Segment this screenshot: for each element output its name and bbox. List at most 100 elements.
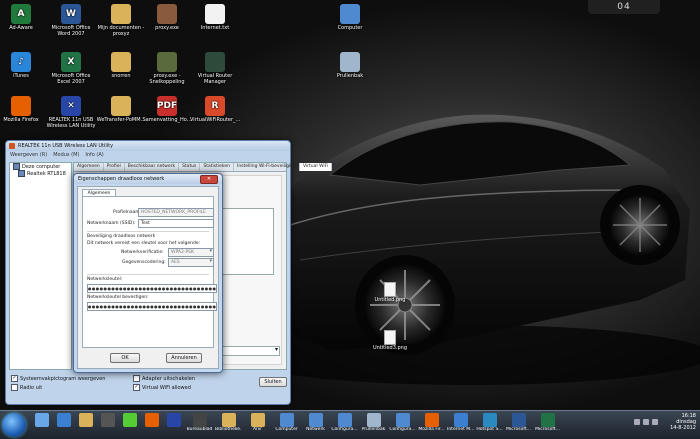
- window-title: REALTEK 11n USB Wireless LAN Utility: [18, 143, 114, 149]
- taskbar-item[interactable]: Configura...: [331, 412, 358, 438]
- desktop-icon-proxy-exe-snelkoppeling[interactable]: proxy.exe - Snelkoppeling: [142, 52, 192, 85]
- taskbar-item[interactable]: [120, 412, 140, 438]
- dialog-title: Eigenschappen draadloos netwerk: [78, 176, 165, 182]
- desktop-icon-label: Ad-Aware: [9, 25, 33, 31]
- desktop-icon-internet-txt[interactable]: Internet.txt: [190, 4, 240, 31]
- tree-item-this-computer[interactable]: Deze computer: [10, 163, 71, 170]
- auth-select[interactable]: WPA2-PSK: [168, 248, 214, 257]
- taskbar-item[interactable]: Bureaublad: [186, 412, 213, 438]
- desktop-icon-proxy-exe[interactable]: proxy.exe: [142, 4, 192, 31]
- window-titlebar[interactable]: REALTEK 11n USB Wireless LAN Utility: [6, 141, 290, 151]
- desktop-icon-computer[interactable]: Computer: [325, 4, 375, 31]
- taskbar-item[interactable]: Mozilla Fir...: [418, 412, 445, 438]
- separator: [87, 231, 209, 232]
- tree-item-adapter[interactable]: Realtek RTL818: [10, 170, 71, 177]
- tab-profile[interactable]: Profiel: [104, 163, 125, 171]
- taskbar-item[interactable]: [98, 412, 118, 438]
- taskbar-item[interactable]: Anir: [244, 412, 271, 438]
- desktop-icon-wetransfer-pomm[interactable]: WeTransfer-PoMM...: [96, 96, 146, 123]
- separator: [87, 274, 209, 275]
- app-icon: X: [61, 52, 81, 72]
- radio-off-checkbox[interactable]: Radio uit: [11, 384, 42, 391]
- taskbar-item-label: Prullenbak: [361, 427, 386, 432]
- taskbar-item[interactable]: Microsoft...: [534, 412, 561, 438]
- menu-mode[interactable]: Modus (M): [53, 152, 79, 160]
- desktop-icon-snorren[interactable]: snorren: [96, 52, 146, 79]
- taskbar-app-icon: [540, 413, 555, 427]
- desktop-file-untitled3[interactable]: Untitled3.png: [370, 330, 410, 351]
- desktop-icon-samenvatting-ho[interactable]: PDF Samenvatting_Ho...: [142, 96, 192, 123]
- taskbar-item[interactable]: [32, 412, 52, 438]
- flag-tray-icon[interactable]: [652, 419, 658, 425]
- taskbar-app-icon: [482, 413, 497, 427]
- virtual-wifi-checkbox[interactable]: ✓ Virtual WiFi allowed: [133, 384, 191, 391]
- taskbar-item[interactable]: Bibliotheke...: [215, 412, 242, 438]
- close-button[interactable]: Sluiten: [259, 377, 287, 387]
- taskbar-app-icon: [511, 413, 526, 427]
- desktop-icon-label: iTunes: [13, 73, 29, 79]
- taskbar-item[interactable]: Computer: [273, 412, 300, 438]
- desktop-icon-label: proxy.exe: [155, 25, 179, 31]
- desktop-file-untitled[interactable]: Untitled.png: [370, 282, 410, 303]
- checkbox-label: Virtual WiFi allowed: [142, 384, 191, 391]
- wireless-properties-dialog[interactable]: Eigenschappen draadloos netwerk ✕ Algeme…: [73, 173, 223, 373]
- taskbar-app-icon: [221, 413, 236, 427]
- tab-available-network[interactable]: Beschikbaar netwerk: [125, 163, 180, 171]
- ssid-input[interactable]: Test: [138, 219, 214, 228]
- desktop-icon-mijn-documenten-proxyz[interactable]: Mijn documenten - proxyz: [96, 4, 146, 37]
- taskbar-item[interactable]: Netwerk: [302, 412, 329, 438]
- desktop-icon-microsoft-office-word-2007[interactable]: W Microsoft Office Word 2007: [46, 4, 96, 37]
- app-icon: [111, 52, 131, 72]
- taskbar-item-label: Anir: [252, 427, 263, 432]
- app-icon-glyph: ✕: [67, 101, 75, 111]
- app-icon-glyph: R: [211, 101, 219, 111]
- taskbar-item[interactable]: Configura...: [389, 412, 416, 438]
- app-icon-glyph: [340, 52, 360, 72]
- desktop-icon-microsoft-office-excel-2007[interactable]: X Microsoft Office Excel 2007: [46, 52, 96, 85]
- desktop-icon-prullenbak[interactable]: Prullenbak: [325, 52, 375, 79]
- menu-info[interactable]: Info (A): [85, 152, 103, 160]
- cancel-button[interactable]: Annuleren: [166, 353, 202, 363]
- taskbar-item[interactable]: [76, 412, 96, 438]
- device-tree[interactable]: Deze computer Realtek RTL818: [9, 162, 72, 370]
- taskbar-item[interactable]: [164, 412, 184, 438]
- close-icon[interactable]: ✕: [200, 175, 218, 184]
- confirm-key-input[interactable]: ●●●●●●●●●●●●●●●●●●●●●●●●●●●●●●●●●●●●●●●●…: [87, 302, 217, 311]
- taskbar-item[interactable]: Hotspot S...: [476, 412, 503, 438]
- tab-wifi-security[interactable]: Instelling Wi-Fi-beveiliging: [234, 163, 300, 171]
- menu-view[interactable]: Weergeven (R): [10, 152, 47, 160]
- ok-button[interactable]: OK: [110, 353, 140, 363]
- clock-gadget[interactable]: 04: [588, 0, 660, 14]
- desktop-icon-virtualwifirouter[interactable]: R VirtualWiFiRouter_...: [190, 96, 240, 123]
- taskbar-item[interactable]: Internet M...: [447, 412, 474, 438]
- taskbar-item[interactable]: Microsoft...: [505, 412, 532, 438]
- desktop-icon-mozilla-firefox[interactable]: Mozilla Firefox: [0, 96, 46, 123]
- checkbox-box: ✓: [133, 384, 140, 391]
- taskbar-clock[interactable]: 16:18 dinsdag 14-8-2012: [670, 413, 696, 431]
- desktop-icon-itunes[interactable]: ♪ iTunes: [0, 52, 46, 79]
- desktop-icon-realtek-11n-usb-wireless-lan-utility[interactable]: ✕ REALTEK 11n USB Wireless LAN Utility: [46, 96, 96, 129]
- taskbar-item[interactable]: [54, 412, 74, 438]
- taskbar-app-icon: [366, 413, 381, 427]
- taskbar-item[interactable]: [142, 412, 162, 438]
- taskbar-item-label: Hotspot S...: [476, 427, 503, 432]
- start-button[interactable]: [2, 413, 26, 437]
- tab-virtual-wifi[interactable]: Virtual WiFi: [299, 163, 333, 171]
- realtek-app-icon: [9, 143, 15, 149]
- tab-status[interactable]: Status: [179, 163, 201, 171]
- app-icon-glyph: [205, 52, 225, 72]
- app-icon: [340, 52, 360, 72]
- network-tray-icon[interactable]: [634, 419, 640, 425]
- network-key-input[interactable]: ●●●●●●●●●●●●●●●●●●●●●●●●●●●●●●●●●●●●●●●●…: [87, 284, 217, 293]
- desktop-icon-label: Internet.txt: [200, 25, 230, 31]
- desktop-icon-ad-aware[interactable]: A Ad-Aware: [0, 4, 46, 31]
- volume-tray-icon[interactable]: [643, 419, 649, 425]
- taskbar-app-icon: [395, 413, 410, 427]
- adapter-off-checkbox[interactable]: Adapter uitschakelen: [133, 375, 195, 382]
- encryption-select[interactable]: AES: [168, 258, 214, 267]
- desktop-icon-virtual-router-manager[interactable]: Virtual Router Manager: [190, 52, 240, 85]
- tab-general[interactable]: Algemeen: [74, 163, 104, 171]
- tab-statistics[interactable]: Statistieken: [200, 163, 234, 171]
- taskbar-item[interactable]: Prullenbak: [360, 412, 387, 438]
- systray-checkbox[interactable]: ✓ Systeemvakpictogram weergeven: [11, 375, 105, 382]
